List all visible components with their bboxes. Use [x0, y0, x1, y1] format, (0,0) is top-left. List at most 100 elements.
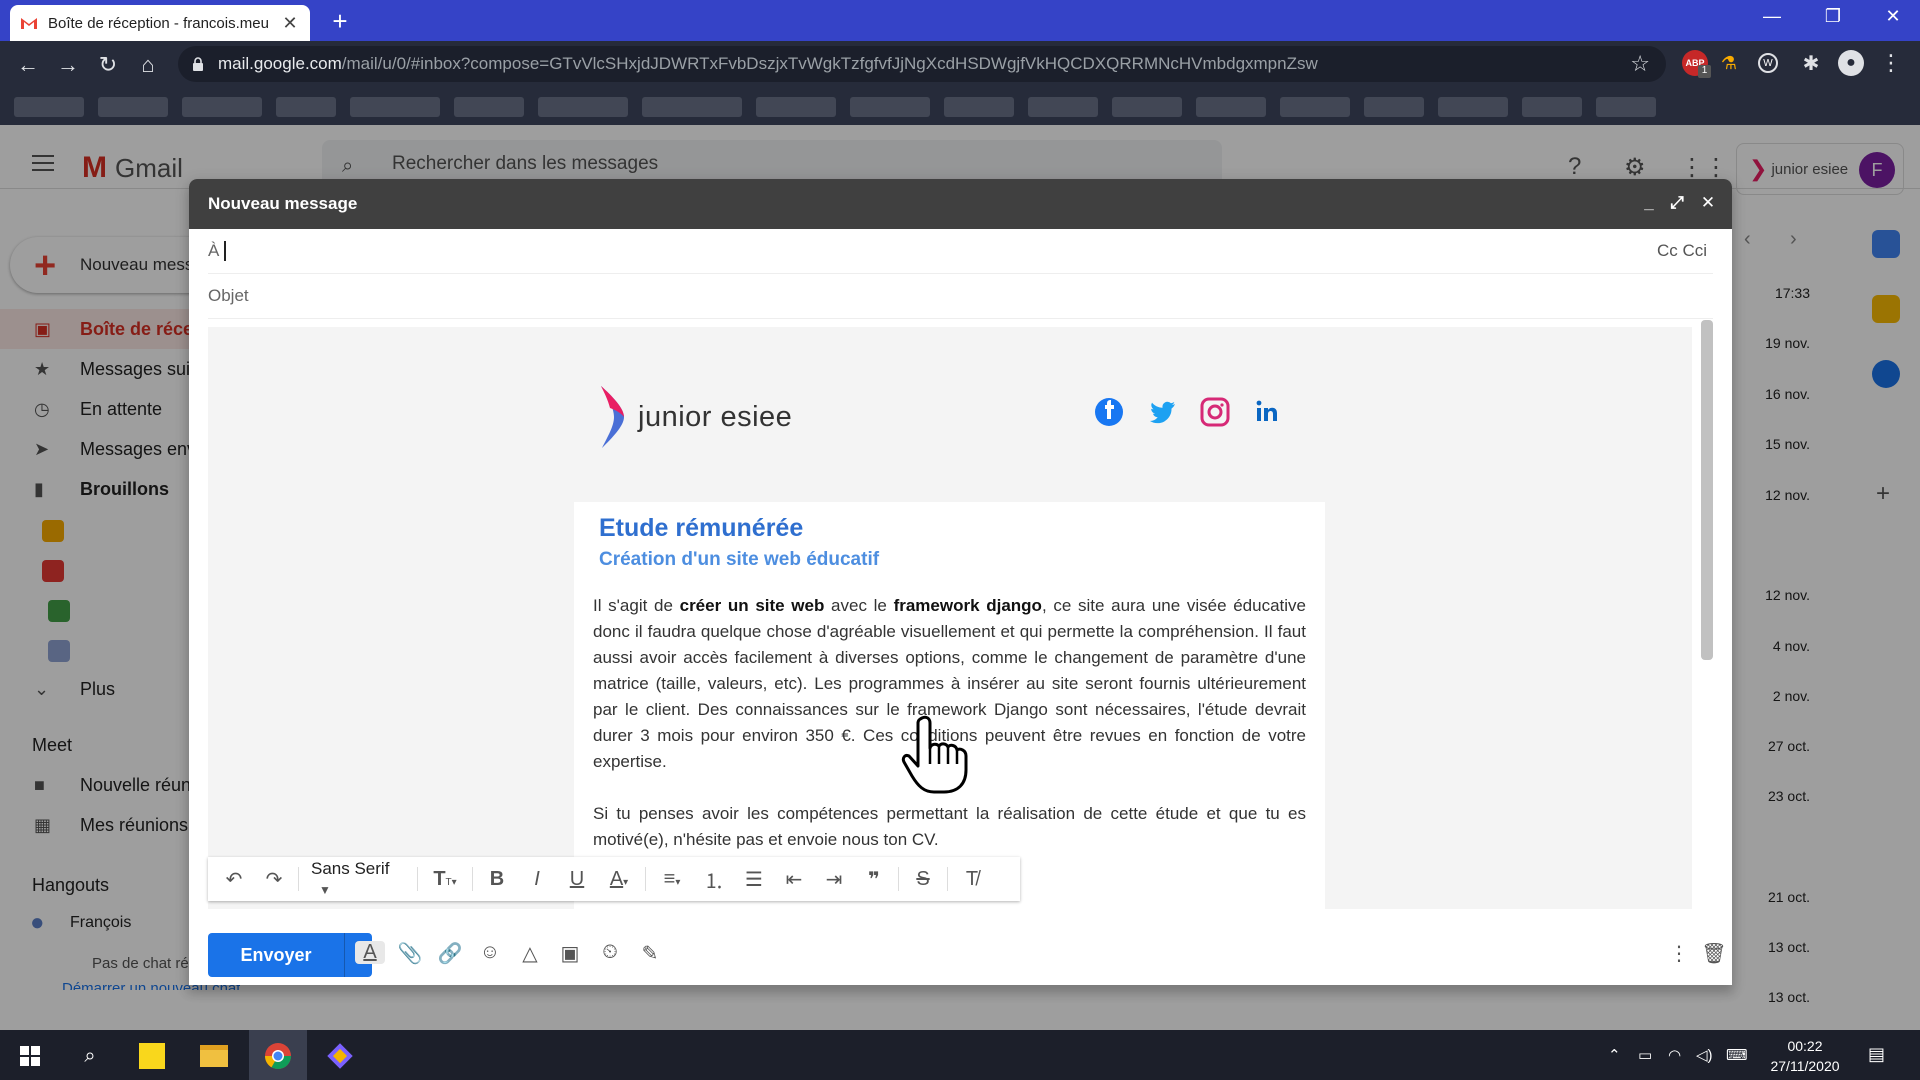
window-minimize-button[interactable]: — — [1752, 6, 1792, 27]
bookmark-item[interactable] — [1112, 96, 1182, 117]
emoji-icon[interactable]: ☺ — [475, 941, 505, 964]
formatting-options-icon[interactable]: A — [355, 941, 385, 964]
bookmark-item[interactable] — [14, 96, 84, 117]
italic-icon[interactable]: I — [517, 868, 557, 891]
home-icon[interactable]: ⌂ — [128, 52, 168, 78]
brand-name: junior esiee — [638, 400, 793, 433]
send-button[interactable]: Envoyer — [208, 933, 344, 977]
git-app-icon[interactable] — [324, 1040, 356, 1072]
bookmark-item[interactable] — [182, 96, 262, 117]
editor-scrollbar[interactable] — [1701, 320, 1713, 660]
search-icon[interactable]: ⌕ — [74, 1040, 106, 1072]
bookmark-item[interactable] — [1196, 96, 1266, 117]
numbered-list-icon[interactable]: ⒈ — [694, 865, 734, 894]
indent-less-icon[interactable]: ⇤ — [774, 867, 814, 892]
bookmark-item[interactable] — [1596, 96, 1656, 117]
extensions-puzzle-icon[interactable]: ✱ — [1798, 50, 1824, 76]
discard-trash-icon[interactable]: 🗑 — [1699, 941, 1729, 966]
email-content-card: Etude rémunérée Création d'un site web é… — [574, 502, 1325, 909]
text-color-icon[interactable]: A▾ — [597, 868, 641, 891]
lock-icon — [192, 57, 204, 71]
message-body-editor[interactable]: junior esiee Etude rémunérée Création d'… — [208, 327, 1692, 909]
bookmark-item[interactable] — [642, 96, 742, 117]
browser-tabstrip: Boîte de réception - francois.meu ✕ + — … — [0, 0, 1920, 41]
bookmark-item[interactable] — [98, 96, 168, 117]
bookmark-item[interactable] — [1522, 96, 1582, 117]
to-label: À — [208, 241, 220, 260]
compose-header: Nouveau message _ ⤢ ✕ — [189, 179, 1732, 229]
bookmark-item[interactable] — [756, 96, 836, 117]
close-icon[interactable]: ✕ — [1697, 193, 1719, 213]
hand-pointer-cursor-icon — [901, 715, 968, 794]
email-subtitle: Création d'un site web éducatif — [599, 549, 880, 570]
cc-cci-link[interactable]: Cc Cci — [1657, 241, 1707, 261]
system-clock[interactable]: 00:22 27/11/2020 — [1760, 1036, 1850, 1076]
extension-w-icon[interactable]: W — [1758, 53, 1778, 73]
quote-icon[interactable]: ❞ — [854, 867, 894, 892]
to-field[interactable]: À Cc Cci — [208, 229, 1713, 274]
extension-flask-icon[interactable]: ⚗ — [1716, 50, 1742, 76]
browser-menu-icon[interactable]: ⋮ — [1878, 50, 1904, 76]
battery-icon[interactable]: ▭ — [1638, 1046, 1652, 1064]
expand-icon[interactable]: ⤢ — [1666, 193, 1688, 213]
confidential-mode-icon[interactable]: ⏲ — [595, 941, 625, 964]
address-bar[interactable]: mail.google.com/mail/u/0/#inbox?compose=… — [178, 46, 1666, 82]
reload-icon[interactable]: ↻ — [88, 52, 128, 78]
bookmark-item[interactable] — [944, 96, 1014, 117]
windows-start-icon[interactable] — [14, 1040, 46, 1072]
linkedin-icon[interactable] — [1253, 397, 1283, 427]
subject-field[interactable]: Objet — [208, 274, 1713, 319]
font-size-icon[interactable]: TT▾ — [422, 868, 468, 891]
volume-icon[interactable]: ◁) — [1696, 1046, 1713, 1064]
redo-icon[interactable]: ↷ — [254, 867, 294, 892]
align-icon[interactable]: ≡▾ — [650, 868, 694, 891]
insert-link-icon[interactable]: 🔗 — [435, 941, 465, 966]
window-close-button[interactable]: ✕ — [1873, 6, 1913, 27]
windows-taskbar: ⌕ ⌃ ▭ ◠ ◁) ⌨ 00:22 27/11/2020 ▤ — [0, 1030, 1920, 1080]
keyboard-icon[interactable]: ⌨ — [1726, 1046, 1748, 1064]
attach-file-icon[interactable]: 📎 — [395, 941, 425, 966]
bookmark-item[interactable] — [1364, 96, 1424, 117]
forward-icon[interactable]: → — [48, 52, 88, 78]
bulleted-list-icon[interactable]: ☰ — [734, 867, 774, 892]
bold-icon[interactable]: B — [477, 868, 517, 891]
bookmark-item[interactable] — [350, 96, 440, 117]
profile-icon[interactable]: ● — [1838, 50, 1864, 76]
insert-photo-icon[interactable]: ▣ — [555, 941, 585, 966]
facebook-icon[interactable] — [1094, 397, 1124, 427]
notifications-icon[interactable]: ▤ — [1868, 1044, 1885, 1065]
strikethrough-icon[interactable]: S — [903, 868, 943, 891]
bookmark-item[interactable] — [1280, 96, 1350, 117]
back-icon[interactable]: ← — [8, 52, 48, 78]
window-restore-button[interactable]: ❐ — [1813, 6, 1853, 27]
new-tab-button[interactable]: + — [325, 6, 355, 37]
clear-formatting-icon[interactable]: T̸ — [952, 868, 992, 891]
wifi-icon[interactable]: ◠ — [1668, 1046, 1681, 1064]
minimize-icon[interactable]: _ — [1638, 193, 1660, 213]
bookmark-item[interactable] — [1028, 96, 1098, 117]
browser-tab[interactable]: Boîte de réception - francois.meu ✕ — [10, 5, 310, 41]
text-cursor — [224, 241, 227, 261]
bookmark-item[interactable] — [1438, 96, 1508, 117]
tray-expand-icon[interactable]: ⌃ — [1608, 1046, 1621, 1064]
sticky-notes-icon[interactable] — [136, 1040, 168, 1072]
drive-icon[interactable]: △ — [515, 941, 545, 966]
indent-more-icon[interactable]: ⇥ — [814, 867, 854, 892]
twitter-icon[interactable] — [1147, 397, 1177, 427]
bookmark-item[interactable] — [454, 96, 524, 117]
file-explorer-icon[interactable] — [198, 1040, 230, 1072]
compose-window: Nouveau message _ ⤢ ✕ À Cc Cci Objet jun… — [189, 179, 1732, 985]
toolbar-divider — [898, 867, 899, 891]
bookmark-item[interactable] — [850, 96, 930, 117]
more-options-icon[interactable]: ⋮ — [1664, 941, 1694, 966]
bookmark-item[interactable] — [538, 96, 628, 117]
bookmark-item[interactable] — [276, 96, 336, 117]
chrome-icon[interactable] — [262, 1040, 294, 1072]
signature-pen-icon[interactable]: ✎ — [635, 941, 665, 966]
undo-icon[interactable]: ↶ — [214, 867, 254, 892]
bookmark-star-icon[interactable]: ☆ — [1630, 51, 1650, 77]
instagram-icon[interactable] — [1200, 397, 1230, 427]
font-family-select[interactable]: Sans Serif ▼ — [303, 859, 413, 899]
underline-icon[interactable]: U — [557, 868, 597, 891]
tab-close-icon[interactable]: ✕ — [280, 13, 300, 34]
